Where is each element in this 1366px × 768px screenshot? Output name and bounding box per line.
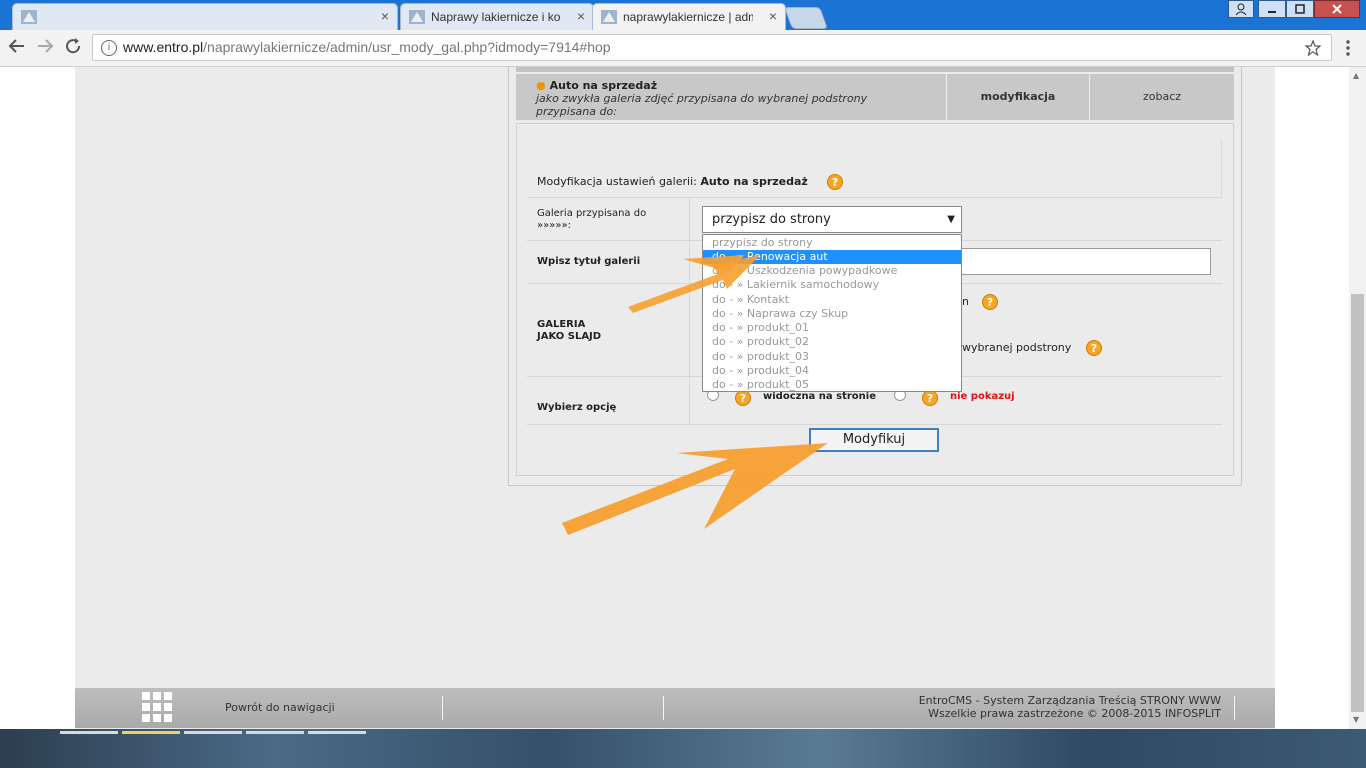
slide-label-line1: GALERIA bbox=[537, 319, 586, 330]
divider bbox=[689, 198, 690, 424]
taskbar-item[interactable] bbox=[122, 731, 180, 734]
url-host: www.entro.pl bbox=[123, 39, 204, 55]
help-icon[interactable]: ? bbox=[827, 174, 843, 190]
browser-tab-2[interactable]: Naprawy lakiernicze i kor × bbox=[400, 3, 594, 30]
dropdown-option[interactable]: do - » produkt_01 bbox=[703, 321, 961, 335]
dropdown-option[interactable]: do - » produkt_03 bbox=[703, 350, 961, 364]
browser-tab-strip: × Naprawy lakiernicze i kor × naprawylak… bbox=[0, 0, 1366, 30]
minimize-icon[interactable] bbox=[1258, 0, 1286, 18]
hidden-option-label: nie pokazuj bbox=[950, 391, 1015, 402]
divider bbox=[1234, 696, 1235, 720]
previous-gallery-row bbox=[516, 67, 1234, 72]
slide-option2-label: wybranej podstrony bbox=[962, 341, 1072, 354]
scrollbar-thumb[interactable] bbox=[1351, 294, 1364, 712]
site-favicon-icon bbox=[601, 10, 617, 24]
tab-close-icon[interactable]: × bbox=[381, 8, 389, 24]
form-heading-gallery-name: Auto na sprzedaż bbox=[700, 175, 808, 188]
taskbar-item[interactable] bbox=[184, 731, 242, 734]
cms-footer: Powrót do nawigacji EntroCMS - System Za… bbox=[75, 688, 1275, 728]
address-bar[interactable]: i www.entro.pl/naprawylakiernicze/admin/… bbox=[92, 34, 1332, 61]
visible-option-label: widoczna na stronie bbox=[763, 391, 877, 402]
tab-close-icon[interactable]: × bbox=[577, 8, 585, 24]
url-path: /naprawylakiernicze/admin/usr_mody_gal.p… bbox=[203, 39, 611, 55]
tab-title: Naprawy lakiernicze i kor bbox=[431, 10, 561, 24]
bullet-icon: ● bbox=[536, 79, 546, 92]
user-icon[interactable] bbox=[1228, 0, 1254, 18]
dropdown-option[interactable]: do - » Kontakt bbox=[703, 293, 961, 307]
dropdown-option[interactable]: do - » Lakiernik samochodowy bbox=[703, 278, 961, 292]
view-gallery-link[interactable]: zobacz bbox=[1089, 74, 1234, 120]
dropdown-option[interactable]: do - » produkt_02 bbox=[703, 335, 961, 349]
help-icon[interactable]: ? bbox=[982, 294, 998, 310]
gallery-name-text: Auto na sprzedaż bbox=[549, 79, 658, 92]
help-icon[interactable]: ? bbox=[735, 390, 751, 406]
page-scrollbar[interactable]: ▲ ▼ bbox=[1349, 67, 1366, 729]
assigned-label-line2: »»»»»: bbox=[537, 220, 571, 231]
assigned-label-line1: Galeria przypisana do bbox=[537, 208, 647, 219]
choose-option-label: Wybierz opcję bbox=[537, 402, 617, 413]
page-assign-dropdown: przypisz do strony do - » Renowacja aut … bbox=[702, 234, 962, 392]
footer-copyright: EntroCMS - System Zarządzania Treścią ST… bbox=[919, 694, 1221, 720]
maximize-icon[interactable] bbox=[1286, 0, 1314, 18]
form-heading: Modyfikacja ustawień galerii: Auto na sp… bbox=[537, 175, 808, 188]
dropdown-option[interactable]: przypisz do strony bbox=[703, 236, 961, 250]
assigned-label: Galeria przypisana do »»»»»: bbox=[537, 208, 646, 232]
back-to-navigation-link[interactable]: Powrót do nawigacji bbox=[225, 701, 335, 714]
dropdown-arrow-icon: ▼ bbox=[947, 214, 955, 225]
os-taskbar bbox=[0, 729, 1366, 768]
form-heading-prefix: Modyfikacja ustawień galerii: bbox=[537, 175, 697, 188]
modify-submit-button[interactable]: Modyfikuj bbox=[809, 428, 939, 452]
slide-option1-label: n bbox=[962, 295, 969, 308]
info-icon[interactable]: i bbox=[101, 40, 117, 56]
site-favicon-icon bbox=[409, 10, 425, 24]
gallery-description: jako zwykła galeria zdjęć przypisana do … bbox=[536, 92, 867, 118]
new-tab-button[interactable] bbox=[783, 7, 829, 29]
gallery-name: ● Auto na sprzedaż bbox=[536, 79, 657, 92]
gallery-row: ● Auto na sprzedaż jako zwykła galeria zd… bbox=[516, 74, 1234, 120]
help-icon[interactable]: ? bbox=[1086, 340, 1102, 356]
modify-gallery-link[interactable]: modyfikacja bbox=[946, 74, 1089, 120]
taskbar-item[interactable] bbox=[308, 731, 366, 734]
dropdown-option[interactable]: do - » Naprawa czy Skup bbox=[703, 307, 961, 321]
tab-close-icon[interactable]: × bbox=[769, 8, 777, 24]
select-current-value: przypisz do strony bbox=[712, 212, 831, 227]
dropdown-option[interactable]: do - » produkt_04 bbox=[703, 364, 961, 378]
help-icon[interactable]: ? bbox=[922, 390, 938, 406]
close-icon[interactable] bbox=[1314, 0, 1360, 18]
site-favicon-icon bbox=[21, 10, 37, 24]
title-label: Wpisz tytuł galerii bbox=[537, 256, 641, 267]
browser-tab-1[interactable]: × bbox=[12, 3, 398, 30]
slide-label-line2: JAKO SLAJD bbox=[537, 331, 602, 342]
scroll-up-icon[interactable]: ▲ bbox=[1353, 71, 1359, 80]
divider bbox=[527, 197, 1222, 198]
back-icon[interactable] bbox=[8, 37, 26, 55]
page-viewport: ● Auto na sprzedaż jako zwykła galeria zd… bbox=[0, 67, 1349, 729]
gallery-description-line2: przypisana do: bbox=[536, 105, 617, 118]
browser-tab-3-active[interactable]: naprawylakiernicze | adm × bbox=[592, 3, 786, 30]
divider bbox=[442, 696, 443, 720]
scroll-down-icon[interactable]: ▼ bbox=[1353, 715, 1359, 724]
browser-toolbar: i www.entro.pl/naprawylakiernicze/admin/… bbox=[0, 30, 1366, 67]
dropdown-option-selected[interactable]: do - » Renowacja aut bbox=[703, 250, 961, 264]
taskbar-item[interactable] bbox=[60, 731, 118, 734]
grid-menu-icon[interactable] bbox=[142, 692, 174, 724]
page-assign-select[interactable]: przypisz do strony ▼ bbox=[702, 206, 962, 233]
dropdown-option[interactable]: do - » produkt_05 bbox=[703, 378, 961, 392]
tab-title: naprawylakiernicze | adm bbox=[623, 10, 753, 24]
url-text: www.entro.pl/naprawylakiernicze/admin/us… bbox=[123, 35, 611, 60]
reload-icon[interactable] bbox=[64, 37, 82, 55]
star-icon[interactable] bbox=[1305, 40, 1321, 56]
slide-label: GALERIA JAKO SLAJD bbox=[537, 319, 601, 343]
menu-icon[interactable] bbox=[1345, 39, 1351, 57]
footer-line2: Wszelkie prawa zastrzeżone © 2008-2015 I… bbox=[928, 707, 1221, 720]
divider bbox=[1221, 141, 1222, 198]
dropdown-option[interactable]: do - » Uszkodzenia powypadkowe bbox=[703, 264, 961, 278]
divider bbox=[527, 424, 1222, 425]
gallery-description-line1: jako zwykła galeria zdjęć przypisana do … bbox=[536, 92, 868, 105]
forward-icon[interactable] bbox=[36, 37, 54, 55]
gallery-title-input[interactable] bbox=[960, 248, 1211, 275]
divider bbox=[663, 696, 664, 720]
footer-line1: EntroCMS - System Zarządzania Treścią ST… bbox=[918, 694, 1221, 707]
taskbar-item[interactable] bbox=[246, 731, 304, 734]
